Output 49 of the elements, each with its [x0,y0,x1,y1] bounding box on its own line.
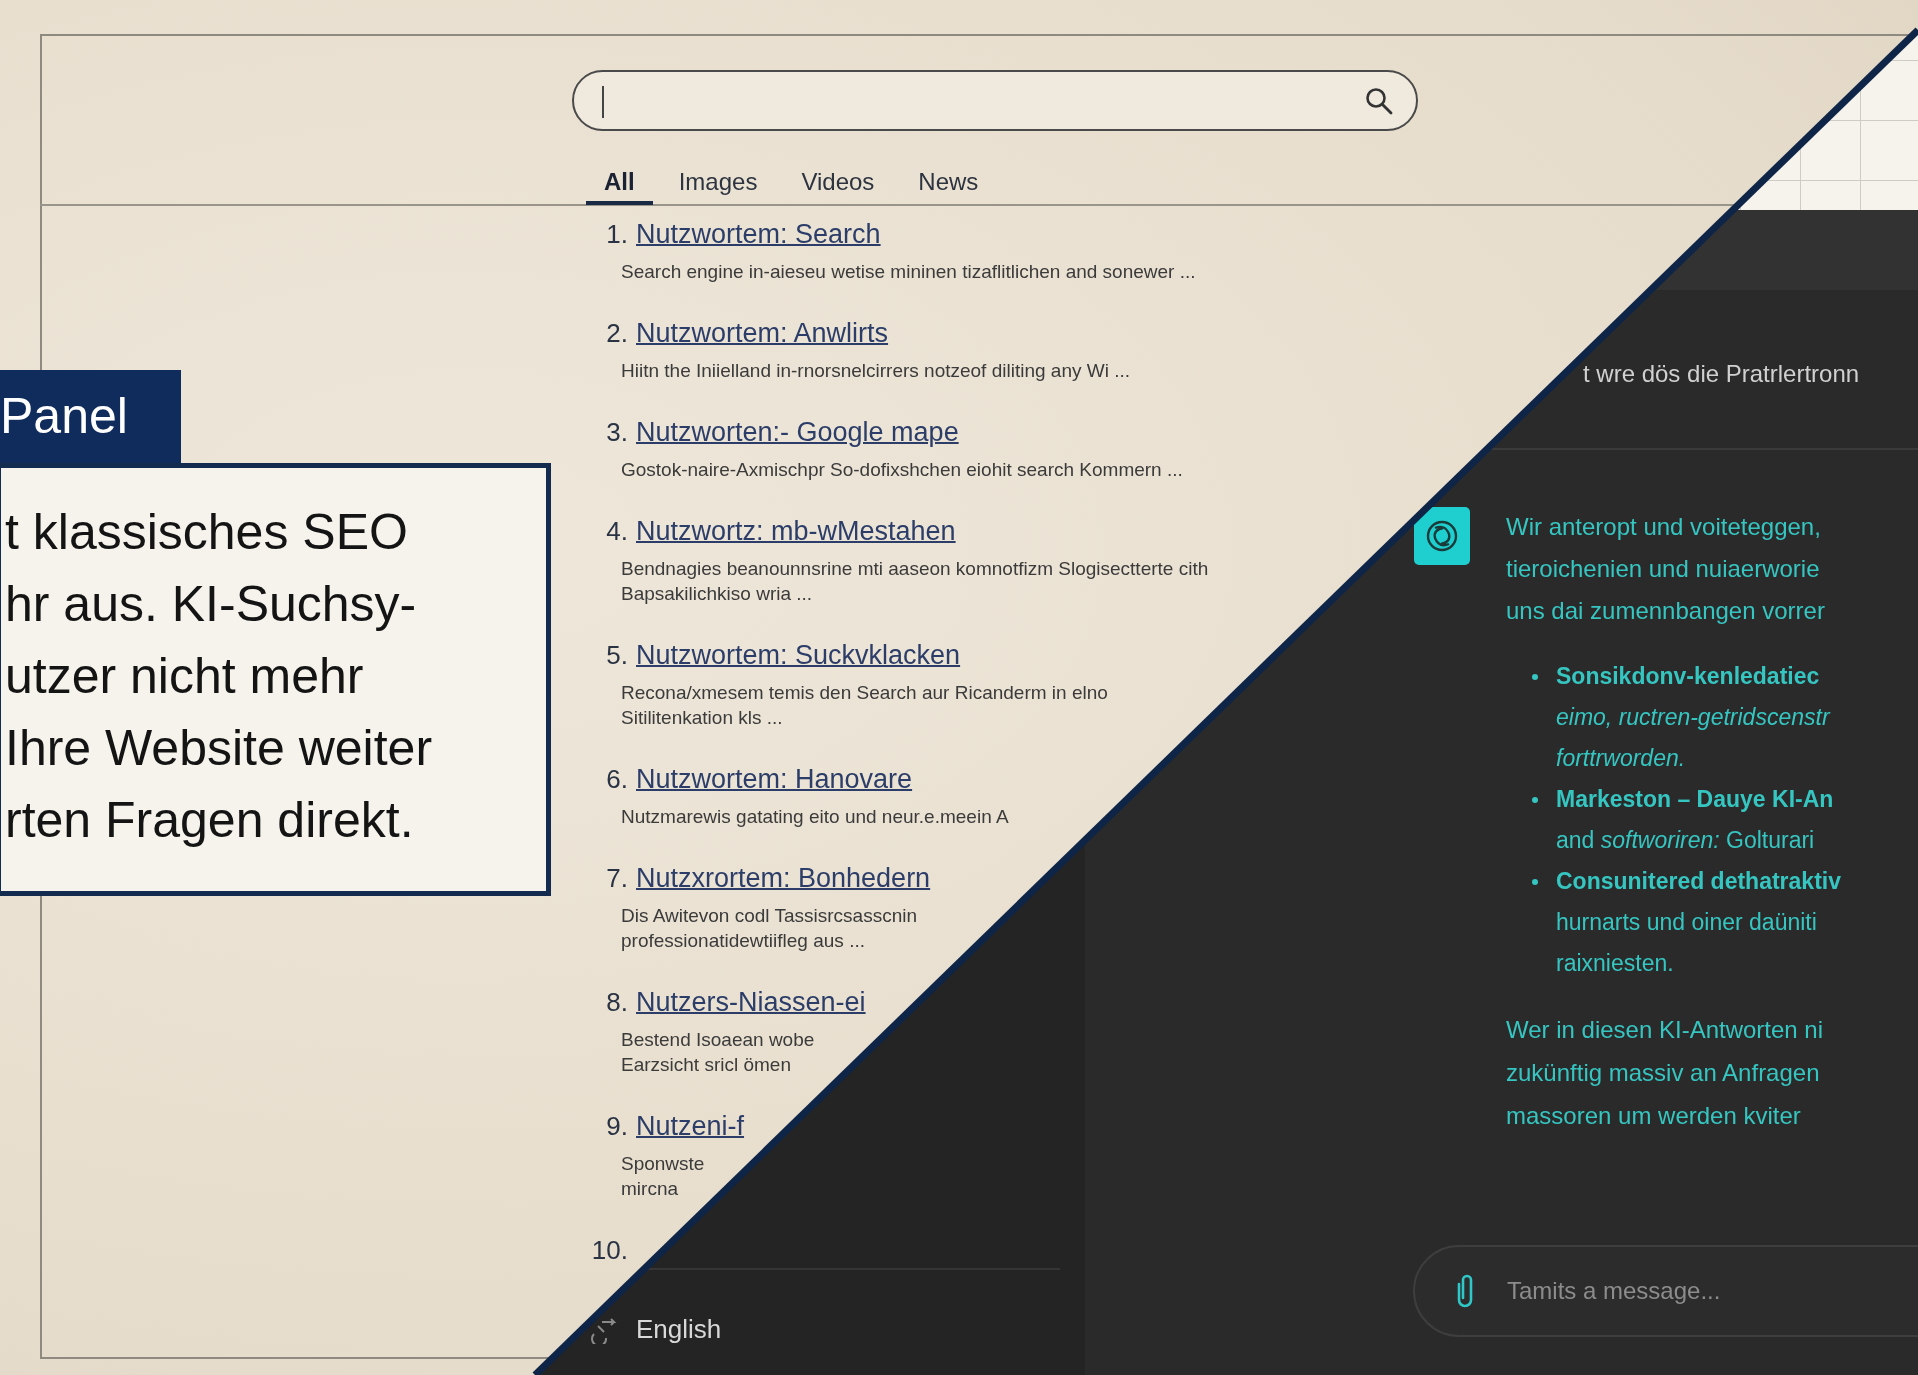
message-field[interactable]: Tamits a message... [1505,1276,1918,1306]
result-snippet: Hiitn the Iniielland in-rnorsnelcirrers notzeof diliting any Wi ... [621,359,1131,383]
bullet-icon [1532,879,1538,885]
bullet-icon [1532,797,1538,803]
result-link[interactable]: Nutzwortem: Suckvklacken [636,640,961,671]
result-link[interactable]: Nutzwortz: mb-wMestahen [636,516,956,547]
assistant-avatar-icon [1413,506,1471,566]
result-number: 8. [605,987,628,1018]
result-number: 1. [605,219,628,250]
result-snippet: Sponwste mircna [621,1152,706,1201]
bullet-text: Sonsikdonv-kenledatiec eimo, ructren-getridscenstr forttrworden. [1556,662,1830,773]
result-snippet: Nutzmarewis gatating eito und neur.e.meein A [621,805,1010,829]
result-snippet: Bestend Isoaean wobe Earzsicht sricl ömen [621,1028,816,1077]
tab[interactable]: Videos [783,159,893,205]
callout-label: Panel [0,370,181,463]
result-link[interactable]: Nutzeni-f [636,1111,745,1142]
result-link[interactable]: Nutzers-Niassen-ei [636,987,866,1018]
result-number: 2. [605,318,628,349]
answer-text: Wer in diesen KI-Antworten ni zukünftig massiv an Anfragen massoren um werden kviter [1506,1015,1825,1131]
result-number: 7. [605,863,628,894]
tab[interactable]: News [900,159,997,205]
result-number: 9. [605,1111,628,1142]
bullet-icon [1532,674,1538,680]
language-label[interactable]: English [636,1314,722,1345]
result-link[interactable]: Nutzworten:- Google mape [636,417,959,448]
result-number: 4. [605,516,628,547]
user-message: t wre dös die Pratrlertronn [1583,360,1861,388]
result-link[interactable]: Nutzwortem: Anwlirts [636,318,889,349]
result-link[interactable]: Nutzwortem: Search [636,219,881,250]
tab[interactable]: All [586,159,653,205]
result-number: 10. [590,1235,628,1266]
search-field[interactable] [572,70,1418,131]
result-link[interactable]: Nutzxrortem: Bonhedern [636,863,931,894]
result-number: 5. [605,640,628,671]
search-icon[interactable] [1364,85,1394,116]
bullet-text: Markeston – Dauye KI-An and softworiren: Golturari [1556,785,1834,855]
callout-text: t klassisches SEO hr aus. KI-Suchsy- utzer nicht mehr Ihre Website weiter rten Fragen direkt. [5,503,434,850]
result-snippet: Bendnagies beanounnsrine mti aaseon komnotfizm Slogisectterte cith Bapsakilichkiso wria ... [621,557,1210,606]
result-snippet: Dis Awitevon codl Tassisrcsasscnin professionatidewtiifleg aus ... [621,904,919,953]
bullet-text: Consunitered dethatraktiv hurnarts und oiner daüniti raixniesten. [1556,867,1841,978]
answer-text: Wir anteropt und voiteteggen, tieroichenien und nuiaerworie uns dai zumennbangen vorrer [1506,512,1826,626]
result-snippet: Recona/xmesem temis den Search aur Ricanderm in elno Sitilitenkation kls ... [621,681,1109,730]
result-link[interactable]: Nutzwortem: Hanovare [636,764,913,795]
text-cursor [602,86,604,118]
tab[interactable]: Images [660,159,776,205]
result-number: 6. [605,764,628,795]
result-snippet: Search engine in-aieseu wetise mininen tizaflitlichen and sonewer ... [621,260,1197,284]
result-snippet: Gostok-naire-Axmischpr So-dofixshchen eiohit search Kommern ... [621,458,1184,482]
result-number: 3. [605,417,628,448]
